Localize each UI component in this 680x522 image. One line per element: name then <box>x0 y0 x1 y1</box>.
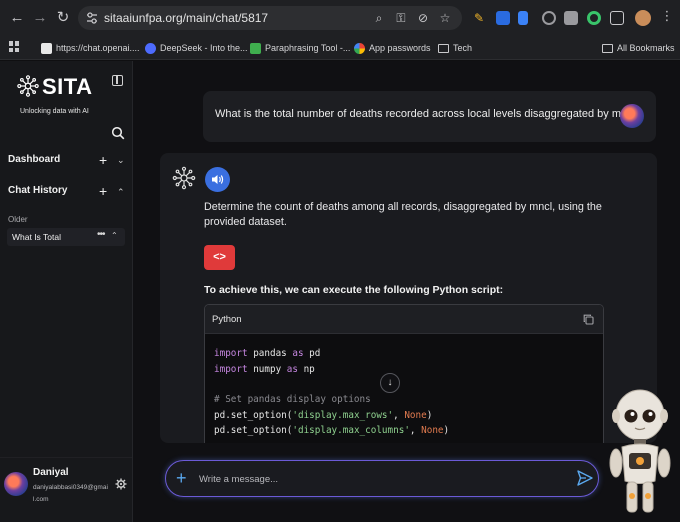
sidebar-toggle-icon[interactable] <box>112 75 123 86</box>
avatar[interactable] <box>4 472 28 496</box>
profile-avatar[interactable] <box>635 10 651 26</box>
older-group-label: Older <box>8 215 28 224</box>
bookmark-label: Paraphrasing Tool -... <box>265 43 351 53</box>
speaker-button[interactable] <box>205 167 230 192</box>
chevron-up-icon[interactable]: ⌃ <box>111 231 118 240</box>
code-block-header: Python <box>205 305 603 334</box>
folder-icon <box>438 43 449 53</box>
more-options-icon[interactable]: ••• <box>97 229 105 240</box>
message-input[interactable] <box>199 472 539 486</box>
user-email: daniyalabbasi0349@gmail.com <box>33 484 108 503</box>
reload-icon[interactable]: ↻ <box>54 9 72 27</box>
code-line: import numpy as np <box>214 364 315 375</box>
paraphrasing-favicon-icon <box>250 42 261 54</box>
openai-favicon-icon <box>41 42 52 54</box>
avatar <box>620 104 644 128</box>
folder-icon <box>602 43 613 53</box>
openai-extension-icon[interactable] <box>542 11 556 25</box>
assistant-message: Determine the count of deaths among all … <box>160 153 657 443</box>
code-language-label: Python <box>212 314 242 325</box>
chevron-up-icon[interactable]: ⌃ <box>117 187 125 198</box>
send-icon[interactable] <box>576 469 594 487</box>
search-icon[interactable] <box>111 126 125 140</box>
bookmark-label: DeepSeek - Into the... <box>160 43 248 53</box>
address-bar[interactable]: sitaaiunfpa.org/main/chat/5817 ⌕ ⚿ ⊘ ☆ <box>78 6 462 30</box>
browser-toolbar: ← → ↻ sitaaiunfpa.org/main/chat/5817 ⌕ ⚿… <box>0 0 680 36</box>
logo-text: SITA <box>42 74 93 99</box>
doc-extension-icon[interactable] <box>518 11 528 25</box>
sita-logo-icon <box>172 166 196 190</box>
add-attachment-icon[interactable]: + <box>176 468 187 488</box>
bookmark-openai[interactable]: https://chat.openai.... <box>41 41 140 55</box>
chat-panel: What is the total number of deaths recor… <box>133 61 680 522</box>
dashboard-section[interactable]: Dashboard <box>8 154 60 165</box>
tagline: Unlocking data with AI <box>20 108 89 115</box>
sita-logo-icon <box>17 75 39 97</box>
code-line: import pandas as pd <box>214 348 321 359</box>
code-line: pd.set_option('display.max_columns', Non… <box>214 425 450 436</box>
message-composer: + <box>165 460 599 497</box>
camera-extension-icon[interactable] <box>564 11 578 25</box>
user-name: Daniyal <box>33 467 69 478</box>
forward-icon[interactable]: → <box>31 9 49 27</box>
browser-menu-icon[interactable]: ⋮ <box>660 9 674 23</box>
key-icon[interactable]: ⚿ <box>394 11 408 25</box>
zoom-icon[interactable]: ⌕ <box>372 11 386 25</box>
new-chat-icon[interactable]: + <box>99 184 107 198</box>
code-toggle-button[interactable]: <> <box>204 245 235 270</box>
all-bookmarks-label: All Bookmarks <box>617 43 675 53</box>
pen-extension-icon[interactable]: ✎ <box>474 11 488 25</box>
user-profile: Daniyal daniyalabbasi0349@gmail.com <box>0 457 132 522</box>
bookmark-paraphrasing-tool[interactable]: Paraphrasing Tool -... <box>250 41 350 55</box>
bookmark-label: https://chat.openai.... <box>56 43 140 53</box>
code-line: # Set pandas display options <box>214 394 371 405</box>
all-bookmarks[interactable]: All Bookmarks <box>602 41 675 55</box>
chat-history-section[interactable]: Chat History <box>8 185 67 196</box>
robot-mascot[interactable] <box>605 385 675 517</box>
bookmark-app-passwords[interactable]: App passwords <box>354 41 431 55</box>
site-info-icon[interactable] <box>86 11 98 25</box>
google-favicon-icon <box>354 42 365 54</box>
eye-off-icon[interactable]: ⊘ <box>416 11 430 25</box>
scroll-down-button[interactable]: ↓ <box>380 373 400 393</box>
back-icon[interactable]: ← <box>8 9 26 27</box>
chevron-down-icon[interactable]: ⌄ <box>117 155 125 166</box>
history-item-label: What Is Total <box>12 232 61 242</box>
sidebar: SITA Unlocking data with AI Dashboard + … <box>0 61 133 522</box>
user-message: What is the total number of deaths recor… <box>203 91 656 142</box>
history-item[interactable]: What Is Total ••• ⌃ <box>7 228 125 246</box>
code-line: pd.set_option('display.max_rows', None) <box>214 410 433 421</box>
bookmark-tech-folder[interactable]: Tech <box>438 41 472 55</box>
url-text: sitaaiunfpa.org/main/chat/5817 <box>104 11 269 25</box>
bookmark-label: Tech <box>453 43 473 53</box>
add-dashboard-icon[interactable]: + <box>99 153 107 167</box>
gear-icon[interactable] <box>115 478 127 490</box>
bookmark-deepseek[interactable]: DeepSeek - Into the... <box>145 41 248 55</box>
user-message-text: What is the total number of deaths recor… <box>215 108 642 120</box>
extensions-puzzle-icon[interactable] <box>610 11 624 25</box>
speaker-icon <box>212 175 224 184</box>
apps-grid-icon[interactable] <box>9 41 20 52</box>
copy-icon[interactable] <box>583 314 594 325</box>
bookmark-label: App passwords <box>369 43 431 53</box>
star-icon[interactable]: ☆ <box>438 11 452 25</box>
script-intro-text: To achieve this, we can execute the foll… <box>204 284 504 296</box>
circle-extension-icon[interactable] <box>587 11 601 25</box>
code-block: Python import pandas as pd import numpy … <box>204 304 604 443</box>
deepseek-favicon-icon <box>145 42 156 54</box>
assistant-message-text: Determine the count of deaths among all … <box>204 201 602 228</box>
extension-icon[interactable] <box>496 11 510 25</box>
